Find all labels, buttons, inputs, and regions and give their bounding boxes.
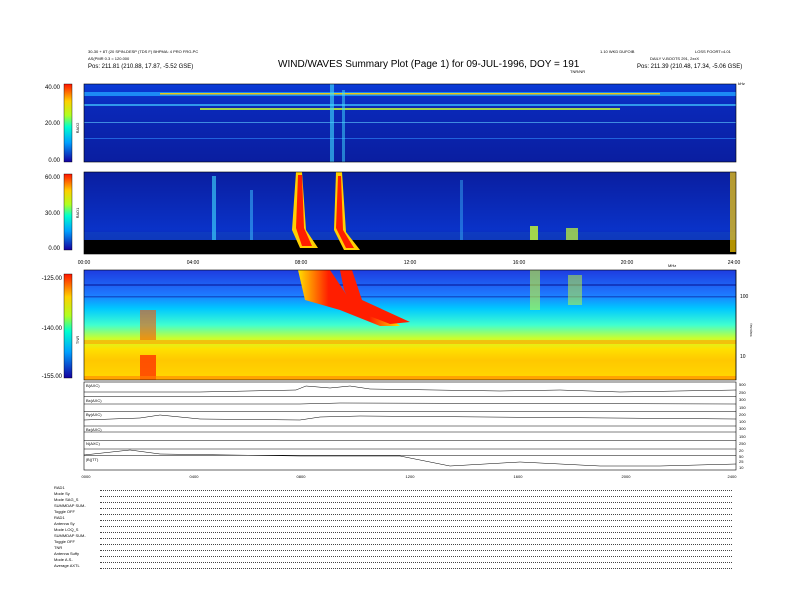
ts-right-tick: 250: [739, 441, 746, 446]
footer-row: Antenna Suffy: [54, 551, 80, 556]
tnr-cbar-tick: -125.00: [42, 276, 63, 282]
rad1-cbar-tick: 0.00: [48, 246, 60, 252]
ts-time-tick: 1200: [406, 474, 416, 479]
ts-right-tick: 150: [739, 434, 746, 439]
ts-right-tick: 150: [739, 405, 746, 410]
tnr-cbar-tick: -155.00: [42, 374, 63, 380]
ts-time-tick: 2400: [728, 474, 738, 479]
rad2-cbar-tick: 0.00: [48, 158, 60, 164]
ts-right-tick: 300: [739, 426, 746, 431]
ts-time-tick: 1600: [514, 474, 524, 479]
tnr-freq-tick: 10: [740, 354, 746, 360]
ts-label: Bz(AXC): [86, 427, 102, 432]
rad2-colorbar: [63, 83, 73, 163]
footer-row: RAD1: [54, 515, 65, 520]
footer-row: Mode LOQ_S: [54, 527, 79, 532]
ts-right-tick: 200: [739, 412, 746, 417]
ts-right-tick: 300: [739, 397, 746, 402]
tnr-cbar-tick: -140.00: [42, 326, 63, 332]
tnr-freq-tick: 100: [740, 294, 749, 300]
rad2-cbar-tick: 20.00: [45, 121, 61, 127]
ts-right-tick: 10: [739, 465, 744, 470]
footer-row: Mode A.S-: [54, 557, 73, 562]
ts-time-tick: 0400: [190, 474, 200, 479]
rad1-cbar-tick: 30.00: [45, 211, 61, 217]
ts-label: B(AXC): [86, 383, 100, 388]
tnr-panel: [84, 270, 736, 380]
footer-row: SUMMDAP SUM-: [54, 503, 86, 508]
footer-row: SUMMDAP SUM-: [54, 533, 86, 538]
footer-row: RAD1: [54, 485, 65, 490]
footer-row: TNR: [54, 545, 63, 550]
ts-right-tick: 100: [739, 419, 746, 424]
rad2-panel-label: RAD2: [75, 122, 80, 133]
rad1-colorbar: [63, 173, 73, 251]
rad1-time-tick: 00:00: [78, 260, 91, 266]
ts-time-tick: 0000: [82, 474, 92, 479]
rad1-time-tick: 24:00: [728, 260, 741, 266]
ts-label: |B|(TT): [86, 457, 99, 462]
footer-row: Average AXTL: [54, 563, 80, 568]
rad2-cbar-tick: 40.00: [45, 85, 61, 91]
rad1-panel: [84, 172, 736, 254]
ts-label: N(AXC): [86, 441, 100, 446]
rad1-time-tick: 16:00: [513, 260, 526, 266]
footer-row: Antenna Sy: [54, 521, 75, 526]
ts-right-tick: 20: [739, 448, 744, 453]
rad1-panel-label: RAD1: [75, 207, 80, 218]
tnr-panel-label: TNR: [75, 336, 80, 344]
tnr-colorbar: [63, 273, 73, 379]
ts-label: Bx(AXC): [86, 398, 102, 403]
rad1-time-tick: 08:00: [295, 260, 308, 266]
ts-time-tick: 0800: [297, 474, 307, 479]
rad1-cbar-tick: 60.00: [45, 175, 61, 181]
footer-row: Toggle OFF: [54, 539, 75, 544]
rad1-time-tick: 12:00: [404, 260, 417, 266]
rad1-time-tick: 04:00: [187, 260, 200, 266]
ts-right-tick: 500: [739, 382, 746, 387]
ts-right-tick: 250: [739, 390, 746, 395]
ts-label: By(AXC): [86, 412, 102, 417]
footer-row: Toggle OFF: [54, 509, 75, 514]
footer-row: Mode SAG_S: [54, 497, 79, 502]
timeseries-panel: [83, 381, 737, 471]
rad1-time-tick: 20:00: [621, 260, 634, 266]
rad2-panel: [84, 84, 736, 162]
tnr-axis-label: SW(GSE): [749, 323, 753, 336]
ts-time-tick: 2000: [622, 474, 632, 479]
footer-row: Mode Sy: [54, 491, 70, 496]
ts-right-tick: 25: [739, 459, 744, 464]
